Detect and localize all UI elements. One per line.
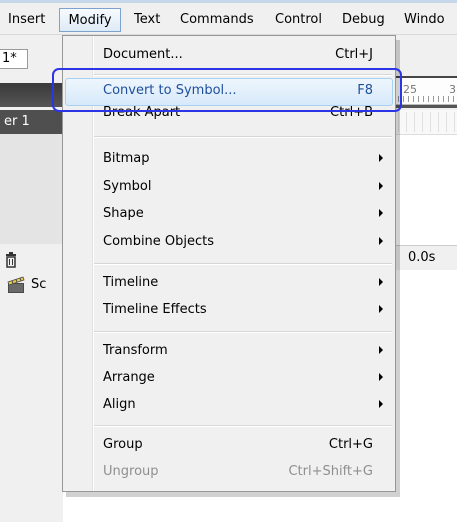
menu-item-symbol[interactable]: Symbol [63,173,395,201]
menu-bar-top-border [0,0,457,3]
trash-icon[interactable] [4,252,18,268]
highlight-callout [52,68,402,112]
submenu-arrow-icon [379,237,383,245]
menu-item-label: Transform [103,343,168,358]
menu-item-label: Align [103,397,136,412]
menu-bar: Insert Modify Text Commands Control Debu… [0,0,457,35]
submenu-arrow-icon [379,346,383,354]
scene-clapperboard-icon[interactable] [6,276,28,294]
submenu-arrow-icon [379,278,383,286]
menu-insert[interactable]: Insert [8,11,45,29]
menu-item-label: Timeline [103,275,159,290]
menu-item-label: Symbol [103,179,152,194]
menu-item-shape[interactable]: Shape [63,200,395,228]
menu-item-arrange[interactable]: Arrange [63,364,395,392]
menu-item-bitmap[interactable]: Bitmap [63,145,395,173]
menu-separator [94,263,392,265]
menu-separator [94,425,392,427]
menu-item-label: Arrange [103,370,155,385]
frames-grid [390,112,457,132]
menu-item-combine-objects[interactable]: Combine Objects [63,228,395,256]
submenu-arrow-icon [379,154,383,162]
menu-commands[interactable]: Commands [180,11,254,29]
menu-modify[interactable]: Modify [59,8,121,32]
layer-row[interactable]: er 1 [0,110,63,134]
scene-label[interactable]: Sc [31,276,46,294]
submenu-arrow-icon [379,182,383,190]
menu-item-group[interactable]: Group Ctrl+G [63,431,395,459]
menu-item-label: Timeline Effects [103,302,207,317]
menu-separator [94,331,392,333]
submenu-arrow-icon [379,373,383,381]
menu-item-label: Group [103,437,143,452]
elapsed-time: 0.0s [408,250,436,265]
ruler-label-3: 3 [449,83,456,96]
menu-debug[interactable]: Debug [342,11,385,29]
menu-item-ungroup: Ungroup Ctrl+Shift+G [63,458,395,486]
menu-separator [94,136,392,138]
menu-item-label: Document... [103,47,183,62]
menu-item-align[interactable]: Align [63,391,395,419]
layer-area [0,134,63,244]
menu-item-document[interactable]: Document... Ctrl+J [63,41,395,69]
stage-area [390,270,457,522]
menu-control[interactable]: Control [275,11,322,29]
submenu-arrow-icon [379,305,383,313]
menu-item-timeline[interactable]: Timeline [63,269,395,297]
menu-item-label: Shape [103,206,144,221]
submenu-arrow-icon [379,400,383,408]
menu-item-label: Combine Objects [103,234,215,249]
ruler-label-25: 25 [403,83,417,96]
document-tab[interactable]: 1* [0,49,28,69]
submenu-arrow-icon [379,209,383,217]
menu-text[interactable]: Text [134,11,160,29]
menu-item-label: Bitmap [103,151,150,166]
menu-item-transform[interactable]: Transform [63,337,395,365]
menu-item-shortcut: Ctrl+G [328,437,373,452]
menu-item-timeline-effects[interactable]: Timeline Effects [63,296,395,324]
frames-area [390,135,457,245]
ruler-ticks [398,96,457,102]
menu-item-shortcut: Ctrl+J [335,47,373,62]
menu-item-shortcut: Ctrl+Shift+G [288,464,373,479]
menu-window[interactable]: Windo [404,11,445,29]
menu-item-label: Ungroup [103,464,159,479]
